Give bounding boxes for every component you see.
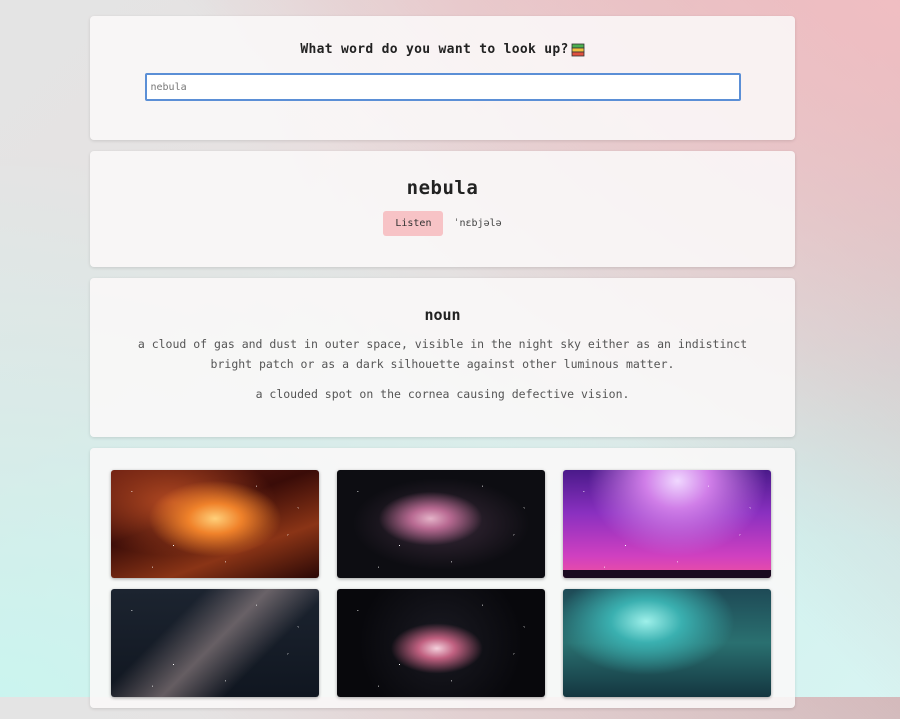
image-gallery-card: [90, 448, 795, 708]
orion-nebula-image[interactable]: [337, 470, 545, 578]
audio-row: Listen ˈnɛbjələ: [90, 211, 795, 236]
search-prompt: What word do you want to look up?: [300, 42, 584, 57]
orion-nebula-dark-image[interactable]: [337, 589, 545, 697]
search-prompt-label: What word do you want to look up?: [300, 42, 569, 57]
part-of-speech: noun: [424, 306, 461, 324]
purple-milky-way-image[interactable]: [563, 470, 771, 578]
definition-card: noun a cloud of gas and dust in outer sp…: [90, 278, 795, 437]
word-title: nebula: [406, 177, 479, 199]
word-card: nebula Listen ˈnɛbjələ: [90, 151, 795, 267]
definition-item: a cloud of gas and dust in outer space, …: [137, 337, 748, 371]
search-card: What word do you want to look up?: [90, 16, 795, 140]
image-grid: [111, 470, 774, 697]
orange-nebula-image[interactable]: [111, 470, 319, 578]
search-input[interactable]: [144, 73, 741, 101]
definition-item: a clouded spot on the cornea causing def…: [255, 387, 630, 401]
books-icon: [571, 43, 585, 57]
main-column: What word do you want to look up? nebula…: [90, 16, 795, 719]
phonetic-text: ˈnɛbjələ: [453, 218, 502, 229]
listen-button[interactable]: Listen: [383, 211, 444, 236]
aurora-image[interactable]: [563, 589, 771, 697]
milky-way-band-image[interactable]: [111, 589, 319, 697]
